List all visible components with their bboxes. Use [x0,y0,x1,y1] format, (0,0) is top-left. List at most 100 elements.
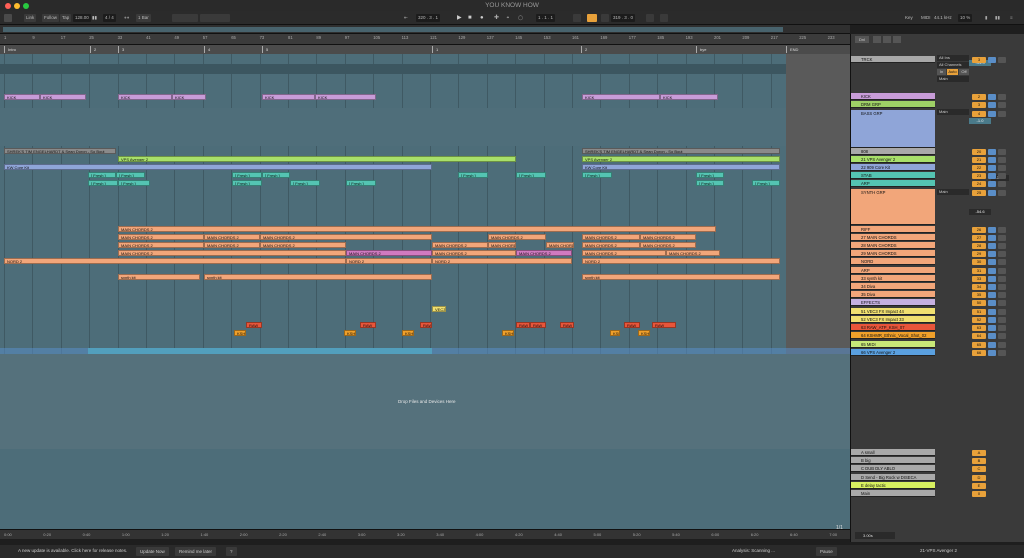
track-header[interactable]: 51 VEC3 FX Impact 44 [851,308,935,315]
arrangement-overview[interactable] [0,25,850,34]
arrangement-clip[interactable]: VPS Avenger 2 [582,156,780,162]
locator[interactable]: 4 [204,46,210,53]
return-activator-button[interactable]: E [972,482,986,489]
synth-output-select[interactable]: Main [937,189,969,195]
track-header[interactable]: 64 KSHMR_Ethnic_Vocal_Shot_02 [851,332,935,339]
arrangement-clip[interactable]: [ Fresh ] [262,172,290,178]
track-header[interactable]: 35 Diva [851,291,935,298]
play-icon[interactable]: ▶ [457,14,462,22]
track-header[interactable]: RIFF [851,226,935,233]
arrangement-clip[interactable]: KSH [234,330,246,336]
arm-button[interactable] [998,258,1006,265]
arm-button[interactable] [998,172,1006,179]
master-volume-field[interactable]: 3.00s [855,532,895,539]
return-track-header[interactable]: E delay tactic [851,482,935,489]
arm-button[interactable] [998,341,1006,348]
arm-button[interactable] [998,226,1006,233]
punch-out-icon[interactable] [601,14,609,22]
returns-toggle-icon[interactable] [883,36,891,43]
arrangement-clip[interactable]: MAIN CHORDS 2 [118,250,346,256]
arrangement-view[interactable]: KICK KICK KICK KICK KICK KICK KICK KICK SHREK'S … [0,54,850,354]
arrangement-clip[interactable]: KW Core Kit [4,164,432,170]
return-activator-button[interactable]: 0 [972,490,986,497]
track-activator-button[interactable]: 4 [972,110,986,117]
arm-button[interactable] [998,275,1006,282]
locator[interactable]: 1 [432,46,438,53]
solo-button[interactable] [988,164,996,171]
arm-button[interactable] [998,101,1006,108]
arm-button[interactable] [998,148,1006,155]
return-activator-button[interactable]: A [972,449,986,456]
arm-button[interactable] [998,332,1006,339]
sends-toggle-icon[interactable] [873,36,881,43]
track-header[interactable]: 21 VPS Avenger 2 [851,156,935,163]
solo-button[interactable] [988,308,996,315]
midi-map-button[interactable]: MIDI [921,14,931,22]
track-activator-button[interactable]: 2 [972,93,986,100]
menu-icon[interactable]: ≡ [1010,14,1013,22]
monitor-in-button[interactable]: In [937,69,946,75]
solo-button[interactable] [988,250,996,257]
arrangement-clip[interactable]: KW Core Kit [582,164,780,170]
solo-button[interactable] [988,324,996,331]
arrangement-clip[interactable]: MAIN CHORDS 2 [640,242,696,248]
solo-button[interactable] [988,189,996,196]
arrangement-clip[interactable]: [ Fresh ] [116,172,145,178]
arrangement-clip[interactable]: MAIN CHORDS 2 [488,242,516,248]
arrangement-clip[interactable]: KSH [638,330,650,336]
track-header[interactable]: SYNTH GRP [851,189,935,225]
arrangement-clip[interactable]: MAIN CHORDS 2 [582,242,640,248]
track-activator-button[interactable]: 24 [972,180,986,187]
track-header[interactable]: 22 909 Core Kit [851,164,935,171]
track-activator-button[interactable]: 3 [972,56,986,63]
arrangement-clip[interactable]: [ Fresh ] [752,180,780,186]
track-activator-button[interactable]: 65 [972,341,986,348]
solo-button[interactable] [988,226,996,233]
arrangement-clip[interactable]: RAW [560,322,574,328]
return-tracks-lanes[interactable]: 1/1 [0,449,850,531]
arm-button[interactable] [998,267,1006,274]
arm-button[interactable] [998,180,1006,187]
track-activator-button[interactable]: 25 [972,189,986,196]
track-header[interactable]: KICK [851,93,935,100]
arm-button[interactable] [998,234,1006,241]
monitor-off-button[interactable]: Off [959,69,969,75]
arrangement-clip[interactable]: MAIN CHORDS 2 [204,242,260,248]
arrangement-clip[interactable]: [ Fresh ] [582,172,612,178]
track-header[interactable]: STAB [851,172,935,179]
monitor-auto-button[interactable]: Auto [947,69,958,75]
track-activator-button[interactable]: 28 [972,242,986,249]
arrangement-clip[interactable]: MAIN CHORDS 2 [204,234,260,240]
arrangement-clip[interactable]: MAIN CHORDS 2 [118,226,716,232]
arrangement-clip[interactable]: MAIN CHORDS 2 [346,250,432,256]
track-header[interactable]: 34 Diva [851,283,935,290]
arrangement-clip[interactable]: KICK [4,94,40,100]
solo-button[interactable] [988,332,996,339]
overdub-icon[interactable]: ✚ [494,14,499,22]
solo-button[interactable] [988,110,996,117]
arrangement-clip[interactable]: NORD 2 [582,258,780,264]
track-header[interactable]: 29 MAIN CHORDS [851,250,935,257]
arrangement-clip[interactable]: [ Fresh ] [290,180,320,186]
help-button[interactable]: ? [226,547,237,556]
arrangement-clip[interactable]: RAW [530,322,546,328]
arrangement-clip[interactable]: [ Fresh ] [88,180,118,186]
locator[interactable]: 2 [90,46,96,53]
solo-button[interactable] [988,283,996,290]
locator[interactable]: 2 [581,46,587,53]
arrangement-clip[interactable]: KICK [660,94,718,100]
arrangement-clip[interactable]: NORD 2 [346,258,432,264]
track-activator-button[interactable]: 34 [972,283,986,290]
bass-volume-field[interactable]: -1.0 [969,118,991,124]
tempo-field[interactable]: 128.00 [73,14,91,22]
arrangement-clip[interactable]: [ Fresh ] [232,180,262,186]
track-activator-button[interactable]: 23 [972,172,986,179]
solo-button[interactable] [988,349,996,356]
track-activator-button[interactable]: 51 [972,308,986,315]
arrangement-clip[interactable]: RAW [516,322,530,328]
track-header[interactable]: 63 RAW_ATP_KSH_07 [851,324,935,331]
arrangement-clip[interactable]: MAIN CHORDS 2 [118,242,204,248]
locator[interactable]: END [786,46,798,53]
stop-icon[interactable]: ■ [468,14,472,22]
arrangement-clip[interactable]: MAIN CHORDS 2 [666,250,720,256]
